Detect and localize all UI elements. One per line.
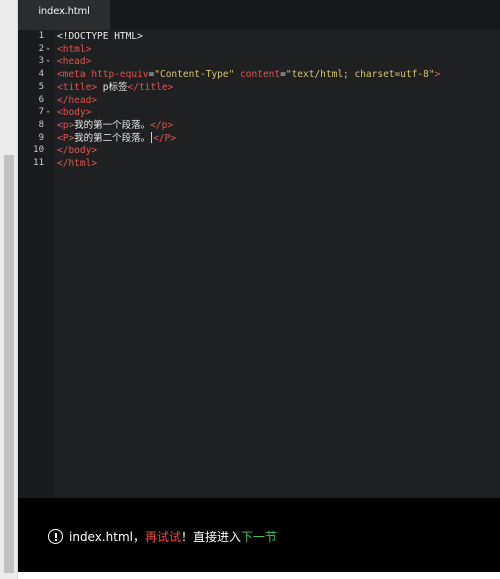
- line-source: <meta http-equiv="Content-Type" content=…: [57, 68, 440, 81]
- direct-enter-text: 直接进入: [193, 530, 242, 544]
- code-token: </body>: [57, 145, 98, 157]
- code-token: 我的第一个段落。: [74, 119, 151, 131]
- code-token: <meta: [57, 69, 92, 81]
- code-line: 2 ▾ <html>: [18, 43, 500, 56]
- fold-toggle-icon[interactable]: ▾: [46, 55, 50, 68]
- code-token: http-equiv: [91, 69, 149, 81]
- code-token: >: [434, 69, 441, 81]
- code-token: </p>: [150, 119, 174, 131]
- next-section-link[interactable]: 下一节: [241, 530, 277, 544]
- code-token: <html>: [57, 43, 92, 55]
- code-line: 1 <!DOCTYPE HTML>: [18, 30, 500, 43]
- line-number: 10: [33, 145, 44, 156]
- line-number: 1: [38, 31, 44, 41]
- retry-link[interactable]: 再试试: [145, 530, 181, 544]
- result-filename: index.html: [69, 530, 133, 544]
- code-token: <head>: [57, 56, 92, 68]
- fold-toggle-icon[interactable]: ▾: [46, 43, 50, 56]
- line-source: <p>我的第一个段落。</p>: [57, 119, 173, 132]
- line-number: 5: [38, 81, 44, 92]
- line-number: 6: [38, 94, 44, 105]
- code-token: "Content-Type": [154, 69, 235, 81]
- code-token: <!DOCTYPE HTML>: [57, 31, 143, 42]
- code-line: 4 <meta http-equiv="Content-Type" content…: [18, 68, 500, 81]
- code-token: </head>: [57, 94, 98, 106]
- line-source: </head>: [57, 94, 97, 107]
- scrollbar-thumb[interactable]: [4, 155, 14, 573]
- code-line: 9 <P>我的第二个段落。 </P>: [18, 131, 500, 145]
- editor-tabbar: index.html: [18, 0, 500, 30]
- code-token: </title>: [127, 81, 174, 93]
- line-source: <body>: [57, 106, 91, 119]
- line-number: 11: [33, 158, 44, 168]
- code-editor-window: index.html 1 <!DOCTYPE HTML> 2 ▾ <html> 3 ▾ <he…: [18, 0, 500, 572]
- code-token: </html>: [57, 158, 98, 169]
- code-token: <body>: [57, 107, 92, 119]
- line-number: 8: [38, 119, 44, 130]
- line-number: 4: [38, 69, 44, 80]
- code-line: 6 </head>: [18, 94, 500, 107]
- code-line: 7 ▾ <body>: [18, 106, 500, 119]
- line-number: 2: [38, 43, 44, 54]
- code-token: <P>: [57, 132, 75, 144]
- info-circle-icon: [48, 529, 63, 544]
- code-token: </P>: [153, 132, 177, 144]
- result-separator: ，: [132, 530, 145, 544]
- result-exclaim: ！: [181, 530, 194, 544]
- result-bar: index.html，再试试！直接进入下一节: [18, 498, 500, 572]
- code-token: <title>: [57, 81, 98, 93]
- code-token: "text/html; charset=utf-8": [285, 69, 435, 81]
- result-message: index.html，再试试！直接进入下一节: [48, 528, 277, 546]
- code-token: 我的第二个段落。: [74, 132, 151, 144]
- line-source: <title> p标签</title>: [57, 81, 173, 94]
- line-source: <head>: [57, 55, 91, 68]
- vertical-scrollbar[interactable]: [0, 0, 18, 579]
- line-number: 7: [38, 107, 44, 118]
- line-source: </body>: [57, 144, 97, 157]
- code-line: 10 </body>: [18, 144, 500, 157]
- bottom-strip: [18, 572, 500, 579]
- line-source: <html>: [57, 43, 91, 56]
- tab-index-html[interactable]: index.html: [18, 0, 110, 30]
- line-source: <P>我的第二个段落。 </P>: [57, 131, 177, 145]
- code-token: p标签: [97, 81, 128, 93]
- line-source: <!DOCTYPE HTML>: [57, 30, 143, 43]
- code-line: 11 </html>: [18, 157, 500, 170]
- line-source: </html>: [57, 157, 97, 170]
- code-line: 8 <p>我的第一个段落。</p>: [18, 119, 500, 132]
- code-token: <p>: [57, 119, 75, 131]
- code-token: content: [240, 69, 281, 81]
- line-number: 9: [38, 132, 44, 143]
- fold-toggle-icon[interactable]: ▾: [46, 106, 50, 119]
- code-line: 5 <title> p标签</title>: [18, 81, 500, 94]
- line-number: 3: [38, 56, 44, 67]
- code-line: 3 ▾ <head>: [18, 55, 500, 68]
